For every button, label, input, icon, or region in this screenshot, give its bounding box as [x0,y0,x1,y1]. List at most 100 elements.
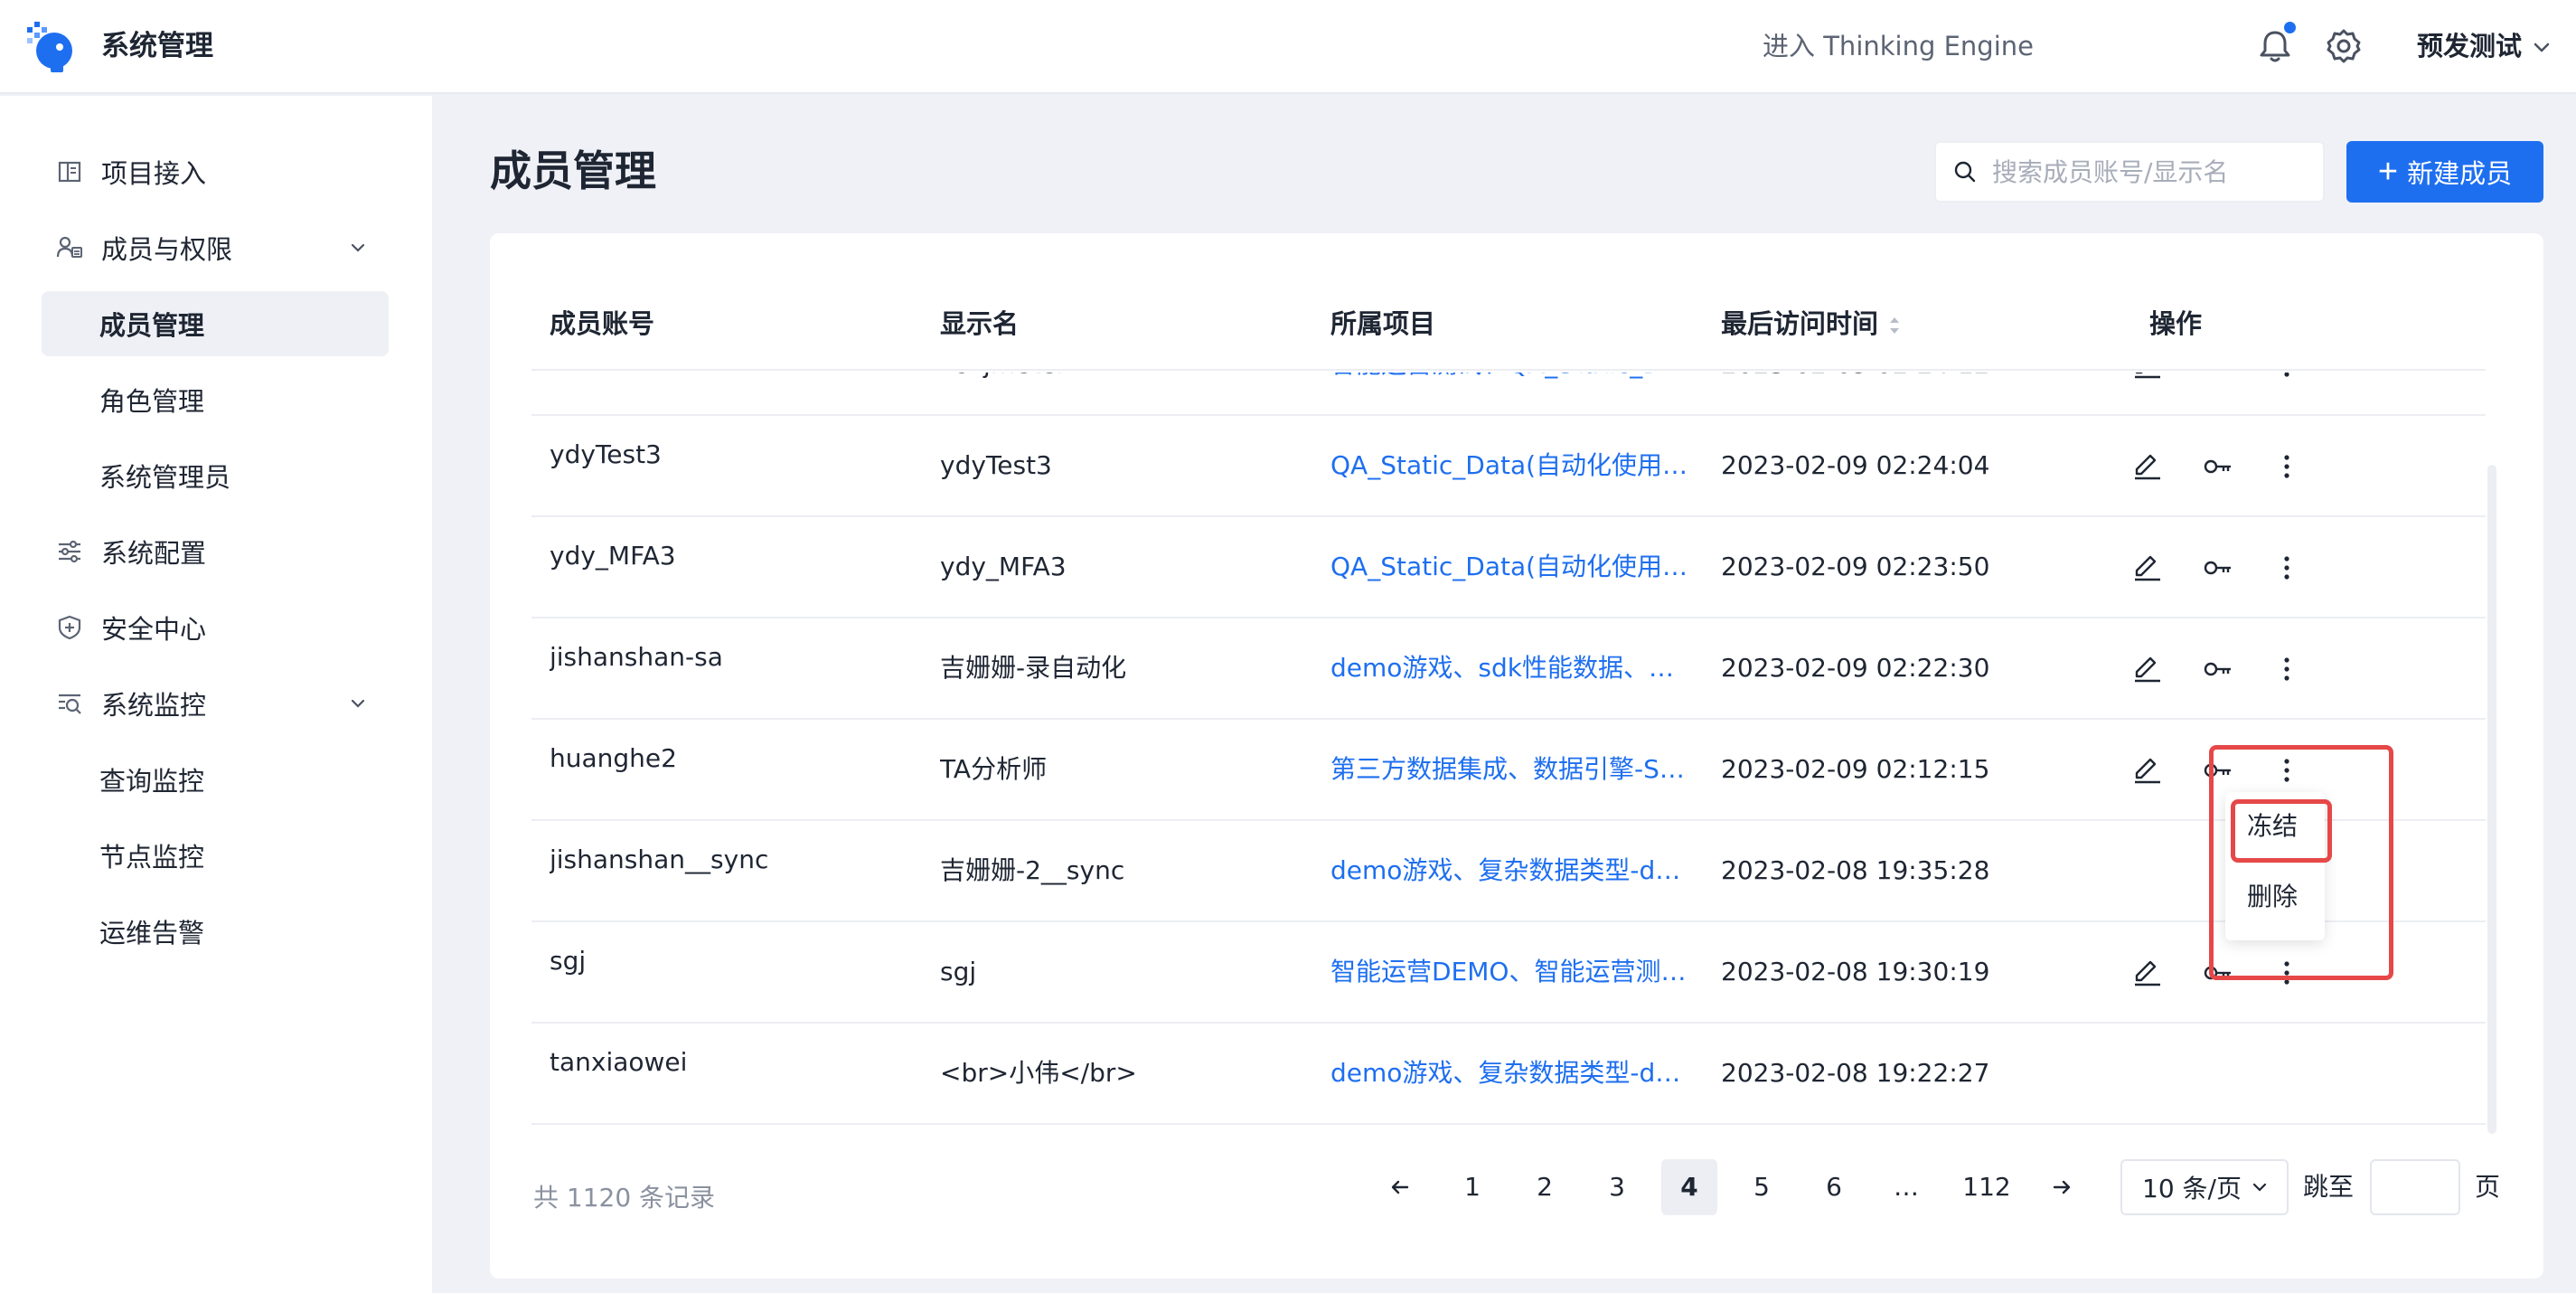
key-icon[interactable] [2202,552,2234,584]
member-projects-link[interactable]: 智能运营DEMO、智能运营测… [1330,955,1692,989]
key-icon[interactable] [2202,373,2234,382]
sliders-icon [59,540,80,563]
table-row: sgj sgj 智能运营DEMO、智能运营测… 2023-02-08 19:30:19 [531,922,2486,1024]
table-row: ydy_MFA3 ydy_MFA3 QA_Static_Data(自动化使用)… 20… [531,517,2486,618]
sidebar-item-system-config[interactable]: 系统配置 [42,519,389,584]
logo-icon[interactable] [24,20,78,74]
chevron-down-icon[interactable] [347,237,369,259]
jump-to-page-input[interactable] [2370,1159,2460,1215]
more-vertical-icon[interactable] [2270,450,2303,483]
member-display-name: 吉姗姗-录自动化 [940,653,1127,683]
edit-icon[interactable] [2131,653,2164,685]
page-number[interactable]: 5 [1734,1159,1790,1215]
member-account: huanghe2 [550,743,677,773]
notification-dot [2284,22,2296,33]
chevron-down-icon [2252,1183,2267,1192]
member-projects-link[interactable]: demo游戏、sdk性能数据、智… [1330,651,1692,685]
member-last-access: 2023-02-09 02:23:50 [1721,552,1990,581]
column-header-last-access[interactable]: 最后访问时间 [1721,306,1902,342]
edit-icon[interactable] [2131,373,2164,382]
sidebar-item-label: 系统配置 [101,538,207,569]
sidebar-item-label: 查询监控 [99,766,205,797]
search-box[interactable] [1934,141,2325,203]
sidebar-item-project-access[interactable]: 项目接入 [42,139,389,204]
sidebar: 项目接入 成员与权限 成员管理 角色管理 系统管理员 系统配置 安全中心 系统监… [0,96,432,1293]
highlight-box-inner [2231,799,2332,863]
new-member-button[interactable]: + 新建成员 [2346,141,2543,203]
member-account: ydyTest3 [550,439,662,469]
page-number[interactable]: 6 [1806,1159,1862,1215]
sidebar-item-role-management[interactable]: 角色管理 [42,367,389,432]
page-number[interactable]: 112 [1951,1159,2023,1215]
sidebar-item-security-center[interactable]: 安全中心 [42,595,389,660]
sort-icon[interactable] [1887,313,1902,338]
more-vertical-icon[interactable] [2270,552,2303,584]
search-icon [1954,161,1976,183]
sidebar-item-node-monitoring[interactable]: 节点监控 [42,823,389,888]
member-display-name: TA分析师 [940,754,1048,784]
edit-icon[interactable] [2131,552,2164,584]
users-icon [56,236,82,258]
table-row: ydyTest3 ydyTest3 QA_Static_Data(自动化使用)… 20… [531,416,2486,517]
sidebar-item-member-management[interactable]: 成员管理 [42,291,389,356]
member-display-name: 吉姗姗-2__sync [940,855,1125,885]
member-projects-link[interactable]: QA_Static_Data(自动化使用)… [1330,550,1692,584]
page-number[interactable]: 4 [1661,1159,1717,1215]
member-account: tanxiaowei [550,1047,688,1077]
member-projects-link[interactable]: 第三方数据集成、数据引擎-SI… [1330,752,1692,787]
edit-icon[interactable] [2131,754,2164,787]
member-display-name: <br>小伟</br> [940,1058,1137,1088]
page-title: 成员管理 [490,146,656,195]
sidebar-item-query-monitoring[interactable]: 查询监控 [42,747,389,812]
column-header-account: 成员账号 [550,308,655,339]
page-number[interactable]: 3 [1589,1159,1645,1215]
member-projects-link[interactable]: 智能运营测试、QA_Static_Dat… [1330,373,1692,382]
new-member-button-label: 新建成员 [2407,160,2513,189]
member-projects-link[interactable]: demo游戏、复杂数据类型-de… [1330,854,1692,888]
member-last-access: 2023-02-09 02:12:15 [1721,754,1990,784]
sidebar-item-label: 节点监控 [99,842,205,873]
gear-icon[interactable] [2323,25,2364,67]
monitor-search-icon [59,694,81,714]
user-menu[interactable]: 预发测试 [2417,27,2522,65]
sidebar-item-ops-alerts[interactable]: 运维告警 [42,899,389,964]
search-input[interactable] [1992,156,2317,187]
page-size-select[interactable]: 10 条/页 [2120,1159,2289,1215]
member-last-access: 2023-02-09 02:24:12 [1721,373,2101,382]
sidebar-item-system-monitoring[interactable]: 系统监控 [42,671,389,736]
next-page-icon[interactable] [2034,1159,2090,1215]
column-header-project: 所属项目 [1330,308,1436,339]
page-number[interactable]: 1 [1444,1159,1500,1215]
plus-icon: + [2377,153,2399,191]
sidebar-item-system-admins[interactable]: 系统管理员 [42,443,389,508]
shield-icon [58,615,81,640]
enter-thinking-engine-link[interactable]: 进入 Thinking Engine [1763,27,2034,65]
table-scrollbar[interactable] [2487,465,2496,1134]
sidebar-item-label: 项目接入 [101,158,207,189]
key-icon[interactable] [2202,653,2234,685]
member-last-access: 2023-02-08 19:22:27 [1721,1058,1990,1088]
more-vertical-icon[interactable] [2270,653,2303,685]
jump-to-label: 跳至 [2303,1172,2355,1202]
top-header: 系统管理 进入 Thinking Engine 预发测试 [0,0,2576,94]
member-projects-link[interactable]: demo游戏、复杂数据类型-de… [1330,1056,1692,1090]
column-header-display-name: 显示名 [940,308,1020,339]
edit-icon[interactable] [2131,957,2164,989]
member-last-access: 2023-02-08 19:35:28 [1721,855,1990,885]
page-number[interactable]: 2 [1517,1159,1573,1215]
key-icon[interactable] [2202,450,2234,483]
prev-page-icon[interactable] [1372,1159,1428,1215]
sidebar-item-label: 运维告警 [99,918,205,949]
edit-icon[interactable] [2131,450,2164,483]
member-account: jishanshan__sync [550,845,769,874]
chevron-down-icon[interactable] [347,693,369,714]
member-projects-link[interactable]: QA_Static_Data(自动化使用)… [1330,448,1692,483]
page-unit-label: 页 [2475,1172,2501,1202]
chevron-down-icon[interactable] [2531,36,2552,58]
sidebar-item-label: 系统监控 [101,690,207,721]
sidebar-item-members-permissions[interactable]: 成员与权限 [42,215,389,280]
book-icon [58,161,81,183]
more-vertical-icon[interactable] [2270,373,2303,382]
page-ellipsis[interactable]: … [1878,1159,1934,1215]
column-header-actions: 操作 [2149,308,2203,339]
